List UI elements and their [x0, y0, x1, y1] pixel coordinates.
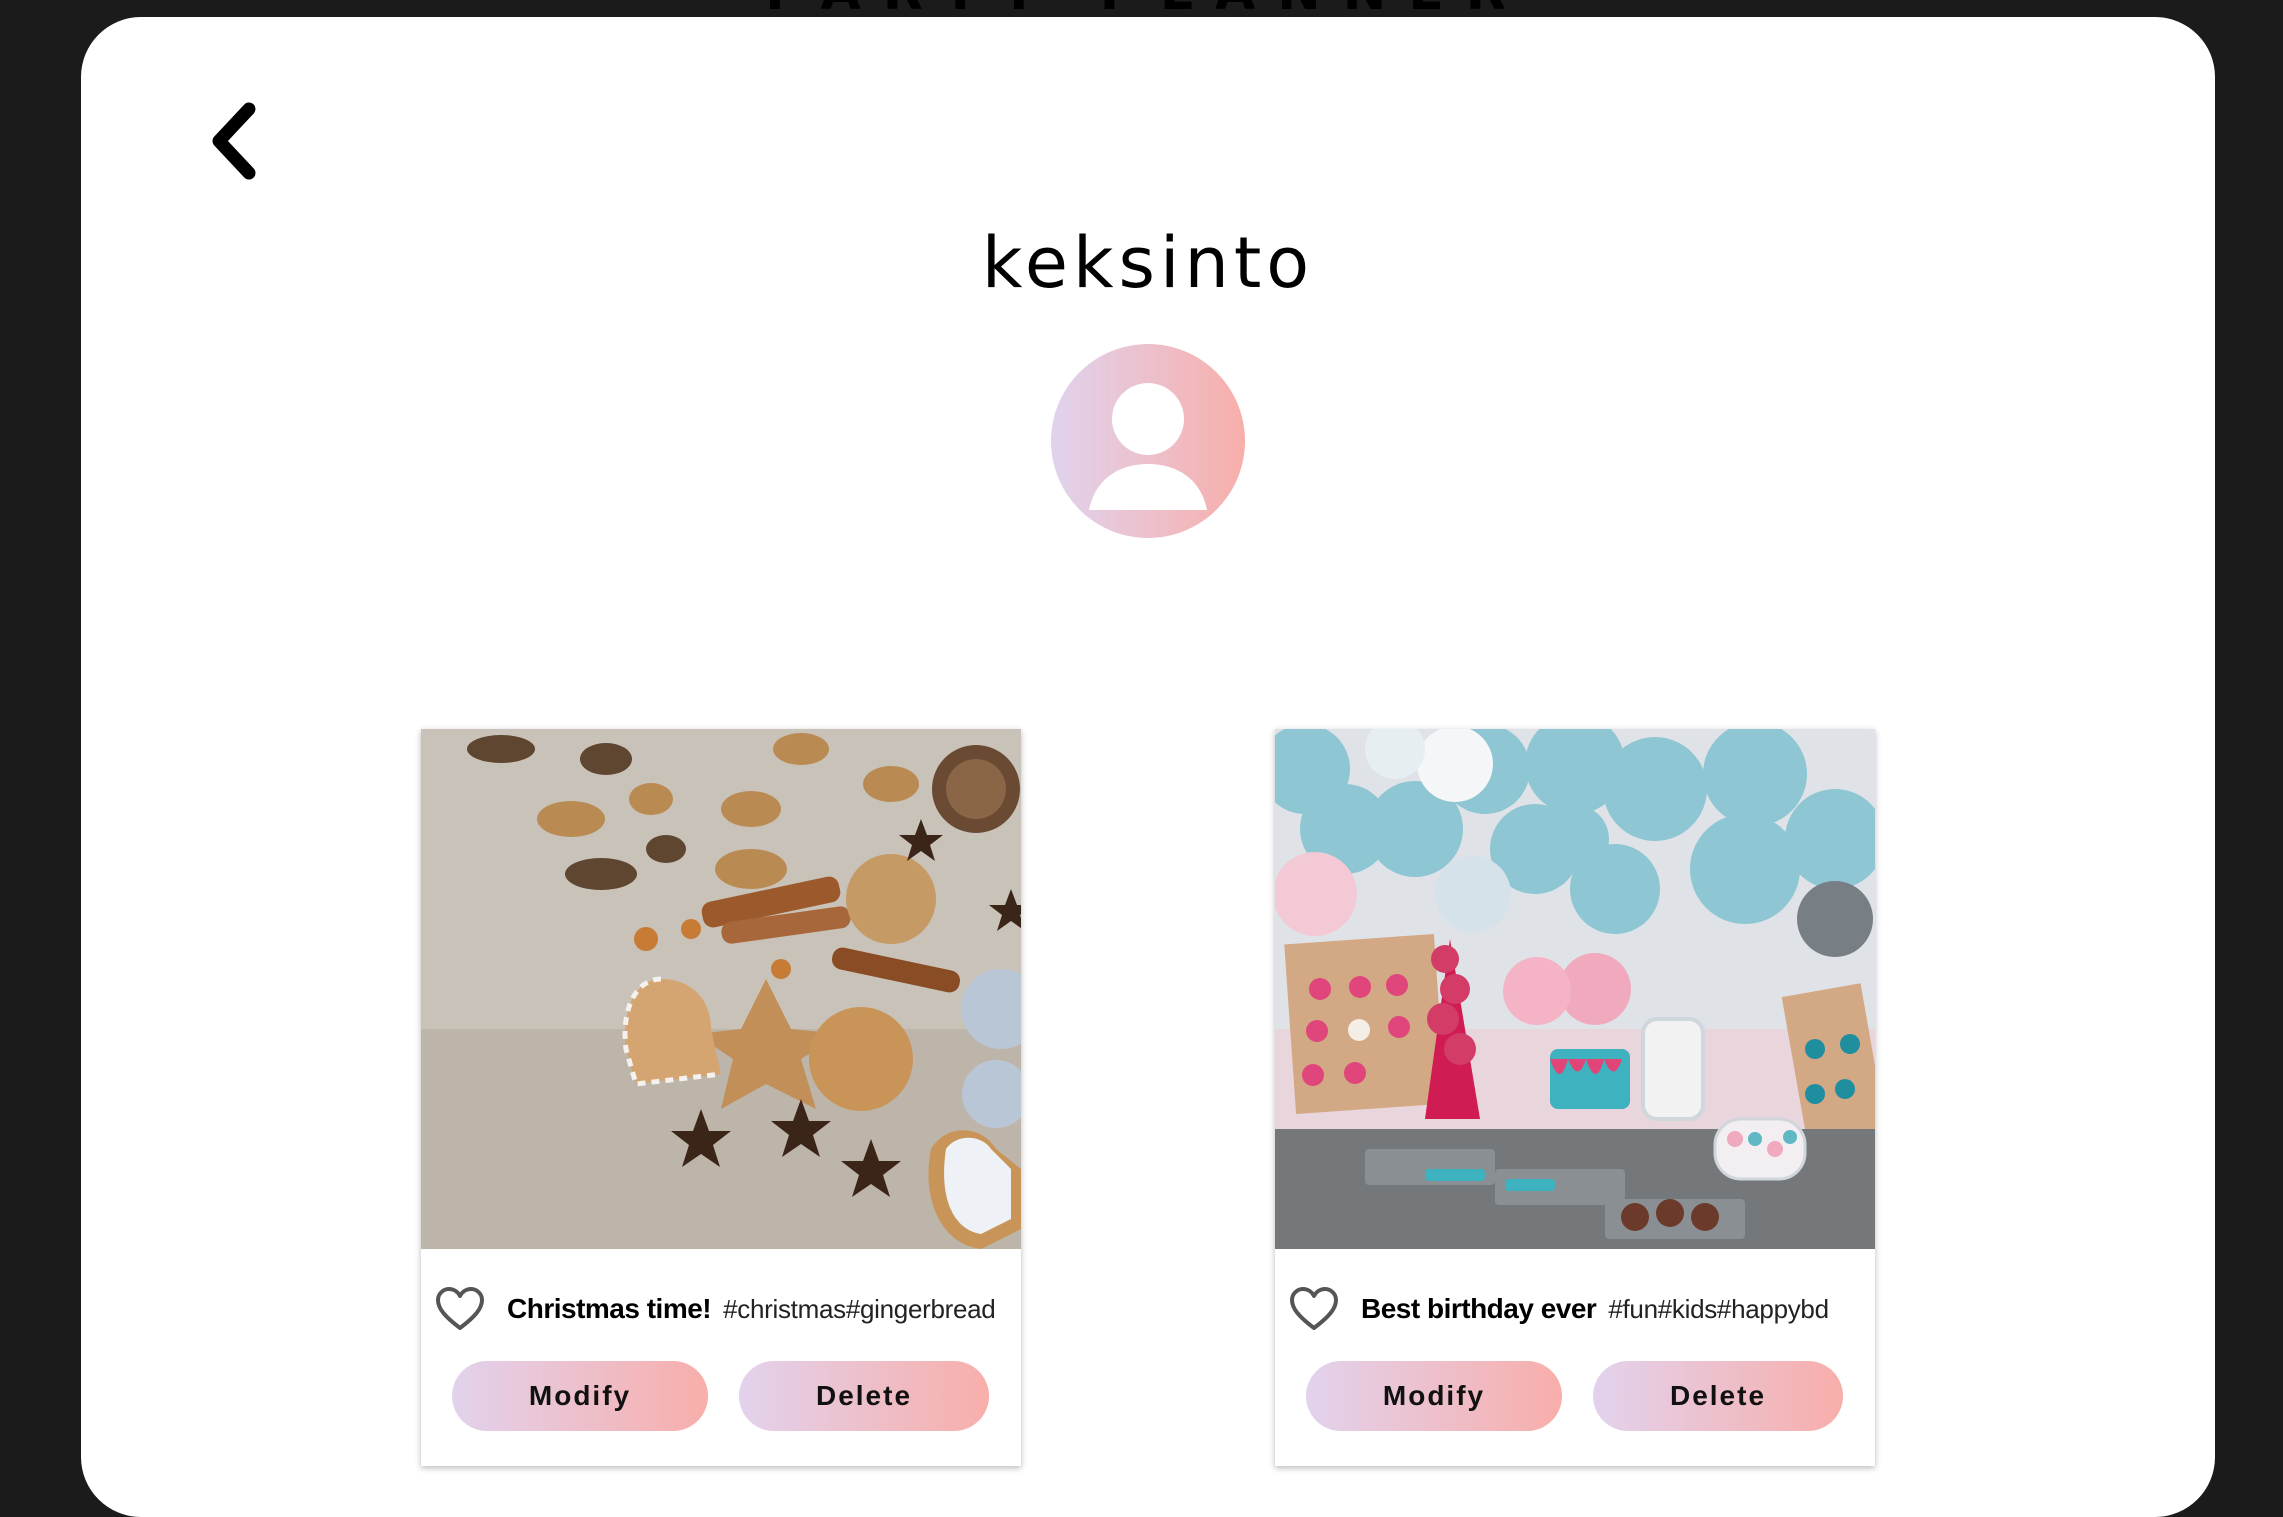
post-caption-row: Best birthday ever #fun#kids#happybd: [1275, 1284, 1875, 1334]
post-tags: #christmas#gingerbread: [723, 1293, 996, 1324]
modify-button[interactable]: Modify: [452, 1361, 708, 1431]
post-image-christmas[interactable]: [421, 729, 1021, 1249]
like-button[interactable]: [433, 1284, 487, 1334]
post-image-birthday[interactable]: [1275, 729, 1875, 1249]
chevron-left-icon: [212, 102, 256, 180]
delete-button[interactable]: Delete: [739, 1361, 989, 1431]
profile-avatar: [1051, 344, 1245, 538]
post-card: Christmas time! #christmas#gingerbread M…: [421, 729, 1021, 1466]
modify-button[interactable]: Modify: [1306, 1361, 1562, 1431]
post-title: Christmas time!: [507, 1293, 712, 1324]
post-tags: #fun#kids#happybd: [1608, 1293, 1829, 1324]
user-icon: [1089, 383, 1207, 510]
heart-outline-icon: [1290, 1287, 1338, 1330]
profile-username: keksinto: [981, 222, 1315, 304]
delete-button[interactable]: Delete: [1593, 1361, 1843, 1431]
heart-outline-icon: [436, 1287, 484, 1330]
post-title: Best birthday ever: [1361, 1293, 1597, 1324]
post-card: Best birthday ever #fun#kids#happybd Mod…: [1275, 729, 1875, 1466]
post-caption-row: Christmas time! #christmas#gingerbread: [421, 1284, 1021, 1334]
back-button[interactable]: [189, 85, 279, 195]
like-button[interactable]: [1287, 1284, 1341, 1334]
profile-panel: keksinto Christmas time! #christmas#ging…: [81, 17, 2215, 1517]
